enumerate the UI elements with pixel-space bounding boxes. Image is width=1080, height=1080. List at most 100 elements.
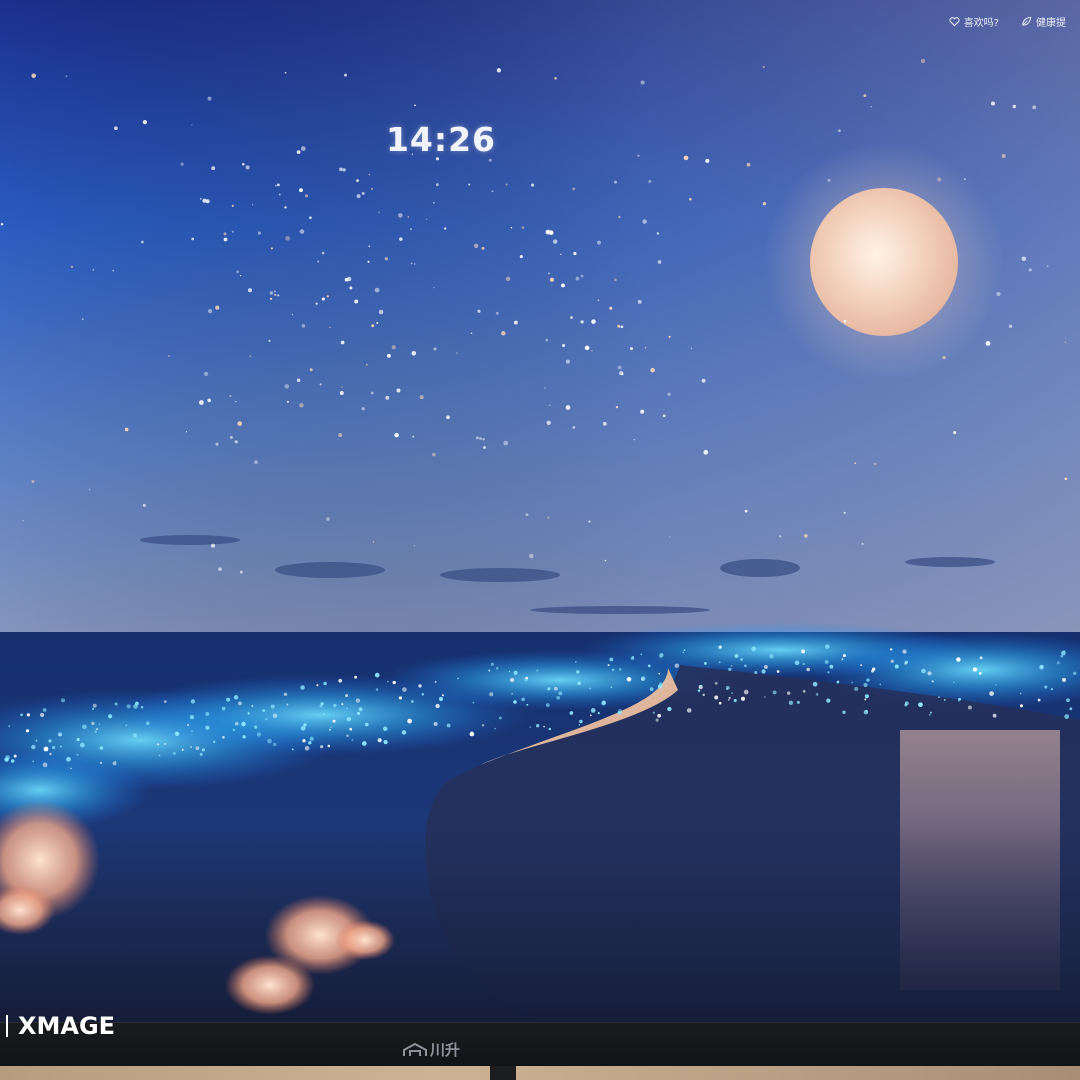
sea-sparkle bbox=[860, 664, 863, 667]
sea-sparkle bbox=[308, 741, 312, 745]
sparkle bbox=[368, 173, 371, 176]
sea-sparkle bbox=[682, 651, 685, 654]
sea-sparkle bbox=[992, 713, 997, 718]
sparkle bbox=[245, 165, 250, 170]
sparkle bbox=[804, 534, 808, 538]
sea-sparkle bbox=[806, 667, 810, 672]
sea-sparkle bbox=[94, 730, 97, 733]
sparkle bbox=[231, 230, 234, 233]
sea-sparkle bbox=[863, 710, 869, 715]
sparkle bbox=[1032, 105, 1037, 110]
sea-sparkle bbox=[730, 665, 733, 667]
sparkle bbox=[501, 331, 506, 336]
sea-sparkle bbox=[421, 692, 425, 696]
sea-sparkle bbox=[441, 694, 444, 697]
sparkle bbox=[488, 158, 492, 162]
sparkle bbox=[617, 365, 622, 370]
sparkle bbox=[843, 511, 846, 514]
sea-sparkle bbox=[92, 707, 95, 711]
sea-sparkle bbox=[125, 724, 128, 726]
sparkle bbox=[218, 567, 222, 571]
sparkle bbox=[572, 426, 576, 429]
sea-sparkle bbox=[267, 738, 272, 744]
sea-sparkle bbox=[332, 719, 336, 723]
sea-sparkle bbox=[270, 704, 275, 709]
sea-sparkle bbox=[978, 672, 982, 675]
sea-sparkle bbox=[1066, 698, 1070, 703]
sea-sparkle bbox=[525, 676, 528, 680]
sea-sparkle bbox=[273, 742, 277, 747]
health-reminder-button[interactable]: 健康提 bbox=[1021, 14, 1066, 29]
sparkle bbox=[124, 427, 129, 432]
wallpaper-scene bbox=[0, 0, 1080, 1022]
sea-sparkle bbox=[320, 745, 324, 749]
monitor-stand bbox=[490, 1066, 516, 1080]
sparkle bbox=[614, 278, 617, 282]
sea-sparkle bbox=[655, 718, 659, 722]
sparkle bbox=[483, 446, 486, 449]
sea-sparkle bbox=[683, 649, 686, 651]
sea-sparkle bbox=[938, 696, 940, 698]
sea-sparkle bbox=[864, 694, 869, 699]
sea-sparkle bbox=[222, 735, 225, 739]
sparkle bbox=[762, 65, 765, 69]
sea-sparkle bbox=[764, 696, 766, 698]
sea-sparkle bbox=[796, 700, 800, 704]
sparkle bbox=[299, 229, 305, 234]
sea-sparkle bbox=[172, 751, 176, 755]
camera-watermark: XMAGE bbox=[6, 1012, 115, 1040]
sea-sparkle bbox=[401, 730, 407, 735]
sparkle bbox=[525, 513, 529, 517]
sparkle bbox=[270, 247, 273, 250]
sea-sparkle bbox=[469, 731, 475, 737]
sea-sparkle bbox=[330, 726, 333, 729]
monitor-bezel: 川升 bbox=[0, 1022, 1080, 1067]
sea-sparkle bbox=[377, 738, 382, 743]
sparkle bbox=[191, 124, 193, 126]
sparkle bbox=[278, 193, 281, 196]
sea-sparkle bbox=[558, 691, 563, 696]
sparkle bbox=[778, 535, 782, 538]
sea-sparkle bbox=[31, 744, 36, 750]
sparkle bbox=[291, 313, 294, 316]
sparkle bbox=[470, 332, 473, 335]
like-button[interactable]: 喜欢吗? bbox=[949, 14, 999, 29]
sparkle bbox=[268, 339, 271, 342]
sea-sparkle bbox=[234, 721, 239, 726]
sparkle bbox=[475, 436, 479, 440]
sparkle bbox=[284, 71, 287, 74]
sparkle bbox=[683, 155, 689, 161]
sparkle bbox=[689, 198, 692, 201]
sparkle bbox=[637, 154, 640, 157]
sea-sparkle bbox=[751, 646, 757, 652]
sea-sparkle bbox=[733, 699, 737, 703]
sea-sparkle bbox=[866, 678, 870, 682]
sea-sparkle bbox=[333, 703, 337, 708]
sea-sparkle bbox=[967, 705, 972, 710]
sparkle bbox=[746, 162, 751, 167]
sea-sparkle bbox=[300, 685, 305, 690]
sea-sparkle bbox=[382, 726, 388, 732]
sea-sparkle bbox=[754, 670, 758, 675]
sparkle bbox=[202, 198, 207, 203]
sparkle bbox=[1021, 256, 1027, 262]
sea-sparkle bbox=[60, 745, 62, 748]
sparkle bbox=[530, 183, 535, 187]
sea-sparkle bbox=[904, 662, 907, 665]
sea-sparkle bbox=[824, 659, 829, 664]
sea-sparkle bbox=[1063, 650, 1066, 653]
sparkle bbox=[366, 363, 368, 366]
sparkle bbox=[229, 394, 232, 398]
sparkle bbox=[874, 463, 877, 466]
sea-sparkle bbox=[826, 698, 831, 703]
sparkle bbox=[342, 168, 346, 172]
sparkle bbox=[456, 352, 458, 354]
sparkle bbox=[208, 309, 213, 314]
sea-sparkle bbox=[490, 662, 494, 666]
sparkle bbox=[81, 318, 84, 321]
sea-sparkle bbox=[536, 669, 539, 672]
sparkle bbox=[843, 319, 847, 323]
sea-sparkle bbox=[995, 684, 997, 686]
leaf-icon bbox=[1022, 16, 1032, 26]
sea-sparkle bbox=[514, 670, 518, 674]
